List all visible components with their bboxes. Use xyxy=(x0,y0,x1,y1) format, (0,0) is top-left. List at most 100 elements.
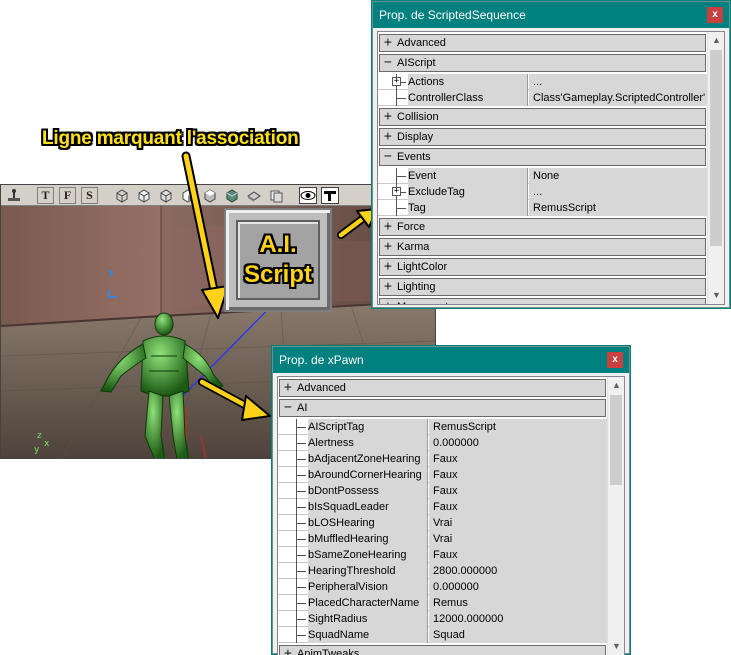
property-name: bAdjacentZoneHearing xyxy=(308,451,428,467)
property-row-placedcharactername[interactable]: PlacedCharacterName Remus xyxy=(278,595,607,611)
property-value[interactable]: None xyxy=(529,168,707,184)
viewport-side-button[interactable]: S xyxy=(81,187,98,204)
close-icon[interactable]: x xyxy=(607,352,623,368)
collapse-icon[interactable]: − xyxy=(384,55,394,71)
property-value[interactable]: Remus xyxy=(429,595,607,611)
property-value[interactable]: Faux xyxy=(429,483,607,499)
tree-guide xyxy=(296,459,306,460)
property-value[interactable]: 0.000000 xyxy=(429,579,607,595)
property-value[interactable]: 12000.000000 xyxy=(429,611,607,627)
property-value[interactable]: Faux xyxy=(429,547,607,563)
category-events[interactable]: − Events xyxy=(379,148,706,166)
close-icon[interactable]: x xyxy=(707,7,723,23)
category-collision[interactable]: + Collision xyxy=(379,108,706,126)
category-lighting[interactable]: + Lighting xyxy=(379,278,706,296)
property-row-hearingthreshold[interactable]: HearingThreshold 2800.000000 xyxy=(278,563,607,579)
property-value[interactable]: Vrai xyxy=(429,515,607,531)
pawn-window-titlebar[interactable]: Prop. de xPawn x xyxy=(273,347,629,373)
ai-badge-line1: A.I. xyxy=(259,231,297,258)
property-value[interactable]: ... xyxy=(529,74,707,90)
property-value[interactable]: RemusScript xyxy=(529,200,707,216)
scroll-up-icon[interactable]: ▲ xyxy=(608,377,624,394)
eye-icon[interactable] xyxy=(299,187,317,204)
category-animtweaks[interactable]: + AnimTweaks xyxy=(279,645,606,655)
property-row-alertness[interactable]: Alertness 0.000000 xyxy=(278,435,607,451)
expand-icon[interactable]: + xyxy=(392,77,401,86)
lock-view-icon[interactable] xyxy=(321,187,339,204)
property-row-peripheralvision[interactable]: PeripheralVision 0.000000 xyxy=(278,579,607,595)
scripted-sequence-properties-window[interactable]: Prop. de ScriptedSequence x + Advanced − AI… xyxy=(372,1,730,308)
wireframe-cube-icon[interactable] xyxy=(113,187,131,204)
scroll-down-icon[interactable]: ▼ xyxy=(608,638,624,655)
category-movement[interactable]: +Movement xyxy=(379,298,706,304)
property-row-event[interactable]: Event None xyxy=(378,168,707,184)
category-advanced[interactable]: + Advanced xyxy=(379,34,706,52)
scripted-scroll-thumb[interactable] xyxy=(710,50,722,246)
property-value[interactable]: Vrai xyxy=(429,531,607,547)
category-advanced[interactable]: + Advanced xyxy=(279,379,606,397)
property-row-sightradius[interactable]: SightRadius 12000.000000 xyxy=(278,611,607,627)
viewport-top-button[interactable]: T xyxy=(37,187,54,204)
category-aiscript[interactable]: − AIScript xyxy=(379,54,706,72)
tree-guide xyxy=(296,555,306,556)
property-row-tag[interactable]: Tag RemusScript xyxy=(378,200,707,216)
stacked-planes-icon[interactable] xyxy=(267,187,285,204)
property-row-actions[interactable]: + Actions... xyxy=(378,74,707,90)
svg-text:y: y xyxy=(34,445,40,455)
property-value[interactable]: Class'Gameplay.ScriptedController' xyxy=(529,90,707,106)
property-row-aiscripttag[interactable]: AIScriptTag RemusScript xyxy=(278,419,607,435)
property-row-bdontpossess[interactable]: bDontPossess Faux xyxy=(278,483,607,499)
category-force[interactable]: + Force xyxy=(379,218,706,236)
property-value[interactable]: Squad xyxy=(429,627,607,643)
pawn-scrollbar[interactable]: ▲ ▼ xyxy=(607,377,624,655)
expand-icon[interactable]: + xyxy=(384,299,394,304)
pawn-property-grid[interactable]: + Advanced − AI AIScriptTag RemusScript Alertn… xyxy=(277,376,625,655)
property-value[interactable]: RemusScript xyxy=(429,419,607,435)
property-value[interactable]: Faux xyxy=(429,467,607,483)
property-name: bIsSquadLeader xyxy=(308,499,428,515)
property-value[interactable]: 2800.000000 xyxy=(429,563,607,579)
scripted-window-titlebar[interactable]: Prop. de ScriptedSequence x xyxy=(373,2,729,28)
expand-icon[interactable]: + xyxy=(384,219,394,235)
viewport-front-button[interactable]: F xyxy=(59,187,76,204)
texture-usage-cube-icon[interactable] xyxy=(157,187,175,204)
property-value[interactable]: 0.000000 xyxy=(429,435,607,451)
expand-icon[interactable]: + xyxy=(384,129,394,145)
expand-icon[interactable]: + xyxy=(384,35,394,51)
expand-icon[interactable]: + xyxy=(384,109,394,125)
scripted-property-grid[interactable]: + Advanced − AIScript + Actions... ControllerC… xyxy=(377,31,725,305)
property-value[interactable]: ... xyxy=(529,184,707,200)
property-row-badjacentzonehearing[interactable]: bAdjacentZoneHearing Faux xyxy=(278,451,607,467)
collapse-icon[interactable]: − xyxy=(284,400,294,416)
property-row-squadname[interactable]: SquadName Squad xyxy=(278,627,607,643)
property-row-bsamezonehearing[interactable]: bSameZoneHearing Faux xyxy=(278,547,607,563)
expand-icon[interactable]: + xyxy=(284,380,294,396)
property-row-bloshearing[interactable]: bLOSHearing Vrai xyxy=(278,515,607,531)
property-row-excludetag[interactable]: + ExcludeTag... xyxy=(378,184,707,200)
property-row-baroundcornerhearing[interactable]: bAroundCornerHearing Faux xyxy=(278,467,607,483)
category-karma[interactable]: + Karma xyxy=(379,238,706,256)
tree-guide xyxy=(296,523,306,524)
pawn-scroll-thumb[interactable] xyxy=(610,395,622,485)
xpawn-properties-window[interactable]: Prop. de xPawn x + Advanced − AI AIScriptTag… xyxy=(272,346,630,655)
property-row-bissquadleader[interactable]: bIsSquadLeader Faux xyxy=(278,499,607,515)
joystick-icon[interactable] xyxy=(5,187,23,204)
scroll-down-icon[interactable]: ▼ xyxy=(708,287,724,304)
property-row-bmuffledhearing[interactable]: bMuffledHearing Vrai xyxy=(278,531,607,547)
lighting-cube-icon[interactable] xyxy=(245,187,263,204)
category-display[interactable]: + Display xyxy=(379,128,706,146)
expand-icon[interactable]: + xyxy=(384,279,394,295)
scripted-scrollbar[interactable]: ▲ ▼ xyxy=(707,32,724,304)
scroll-up-icon[interactable]: ▲ xyxy=(708,32,724,49)
category-ai[interactable]: − AI xyxy=(279,399,606,417)
collapse-icon[interactable]: − xyxy=(384,149,394,165)
expand-icon[interactable]: + xyxy=(384,239,394,255)
zone-cube-icon[interactable] xyxy=(135,187,153,204)
expand-icon[interactable]: + xyxy=(392,187,401,196)
expand-icon[interactable]: + xyxy=(384,259,394,275)
category-lightcolor[interactable]: + LightColor xyxy=(379,258,706,276)
property-row-controllerclass[interactable]: ControllerClass Class'Gameplay.ScriptedCo… xyxy=(378,90,707,106)
property-value[interactable]: Faux xyxy=(429,499,607,515)
expand-icon[interactable]: + xyxy=(284,646,294,655)
property-value[interactable]: Faux xyxy=(429,451,607,467)
